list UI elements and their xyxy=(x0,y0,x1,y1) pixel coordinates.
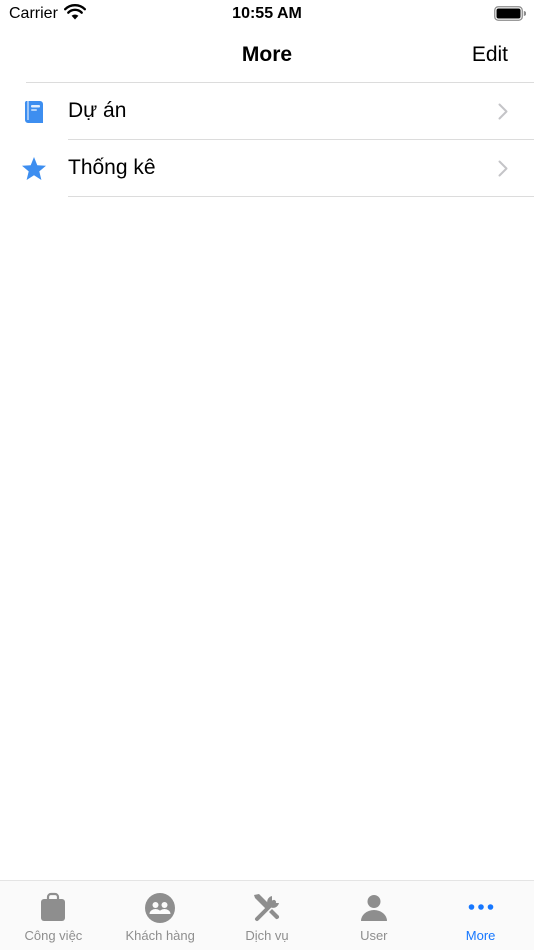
list-item-label: Thống kê xyxy=(68,156,156,179)
row-divider xyxy=(68,196,534,197)
tab-label: Khách hàng xyxy=(125,928,195,943)
person-icon xyxy=(360,895,387,921)
tab-label: More xyxy=(465,928,496,943)
tab-label: Dịch vụ xyxy=(245,928,289,943)
book-icon xyxy=(24,101,43,123)
star-icon xyxy=(22,157,46,180)
tools-icon xyxy=(253,894,280,921)
people-icon xyxy=(145,893,176,923)
chevron-right-icon xyxy=(498,160,508,177)
more-screen: Carrier 10:55 AM More Edit Dự án Thống k… xyxy=(0,0,534,950)
status-bar: Carrier 10:55 AM xyxy=(0,0,534,28)
list-item-thong-ke[interactable]: Thống kê xyxy=(0,140,534,197)
status-time: 10:55 AM xyxy=(232,5,302,22)
edit-button[interactable]: Edit xyxy=(472,43,508,67)
tab-khach-hang[interactable]: Khách hàng xyxy=(107,881,214,950)
chevron-right-icon xyxy=(498,103,508,120)
page-title: More xyxy=(241,43,293,66)
tab-bar: Công việc Khách hàng Dịch vụ User More xyxy=(0,880,534,950)
more-list: Dự án Thống kê xyxy=(0,83,534,197)
tab-cong-viec[interactable]: Công việc xyxy=(0,881,107,950)
tab-label: User xyxy=(360,928,388,943)
navigation-bar: More Edit xyxy=(0,28,534,83)
briefcase-icon xyxy=(41,892,66,921)
tab-user[interactable]: User xyxy=(320,881,427,950)
list-item-label: Dự án xyxy=(68,99,127,122)
battery-icon xyxy=(494,6,526,21)
ellipsis-icon xyxy=(468,904,493,910)
list-item-du-an[interactable]: Dự án xyxy=(0,83,534,140)
tab-label: Công việc xyxy=(24,928,83,943)
tab-more[interactable]: More xyxy=(427,881,534,950)
tab-dich-vu[interactable]: Dịch vụ xyxy=(214,881,321,950)
